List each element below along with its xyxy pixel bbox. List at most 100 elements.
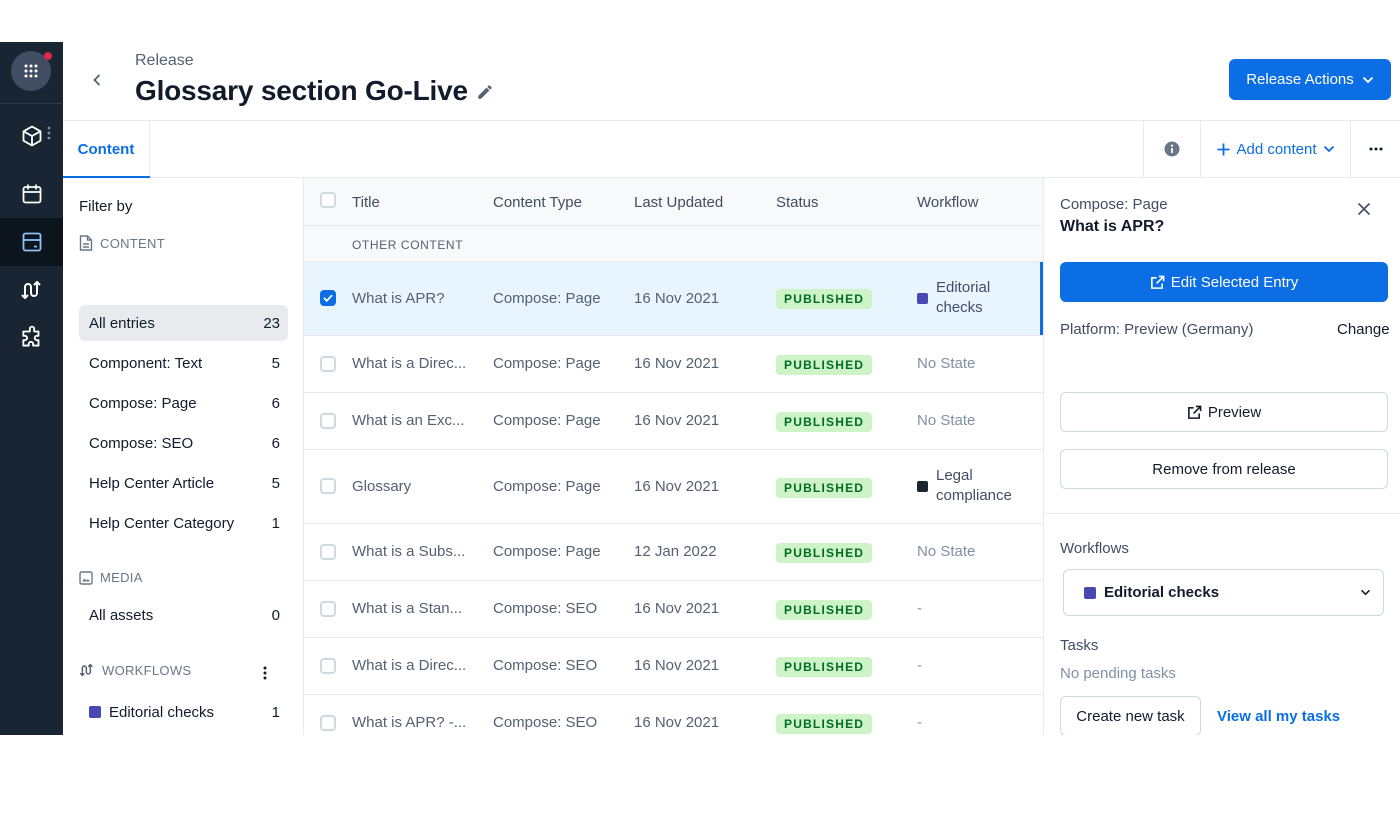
panel-divider xyxy=(1044,513,1400,514)
row-checkbox[interactable] xyxy=(320,601,336,617)
row-checkbox[interactable] xyxy=(320,290,336,306)
add-content-label: Add content xyxy=(1236,140,1317,158)
create-new-task-button[interactable]: Create new task xyxy=(1060,696,1201,735)
workflow-select[interactable]: Editorial checks xyxy=(1063,569,1384,616)
workflow-color-swatch xyxy=(917,292,928,304)
entry-updated: 12 Jan 2022 xyxy=(634,543,717,560)
filter-item-editorial-checks[interactable]: Editorial checks 1 xyxy=(79,694,288,730)
preview-button[interactable]: Preview xyxy=(1060,392,1388,432)
row-checkbox[interactable] xyxy=(320,413,336,429)
entry-title: What is a Direc... xyxy=(352,355,467,372)
edit-title-button[interactable] xyxy=(476,83,494,101)
filter-count: 5 xyxy=(271,354,280,372)
close-panel-button[interactable] xyxy=(1357,202,1373,218)
calendar-icon xyxy=(22,184,41,204)
entry-content-type: Compose: Page xyxy=(493,543,601,560)
row-checkbox[interactable] xyxy=(320,356,336,372)
column-header-content-type[interactable]: Content Type xyxy=(493,194,582,211)
rail-item-releases[interactable] xyxy=(0,218,63,266)
close-icon xyxy=(1357,202,1371,216)
row-checkbox[interactable] xyxy=(320,478,336,494)
table-row[interactable]: What is APR? Compose: Page 16 Nov 2021 P… xyxy=(304,262,1043,336)
edit-selected-entry-button[interactable]: Edit Selected Entry xyxy=(1060,262,1388,302)
remove-from-release-button[interactable]: Remove from release xyxy=(1060,449,1388,489)
table-row[interactable]: What is a Subs... Compose: Page 12 Jan 2… xyxy=(304,524,1043,581)
filter-item-all-assets[interactable]: All assets 0 xyxy=(79,597,288,633)
releases-icon xyxy=(22,232,41,252)
status-badge: PUBLISHED xyxy=(776,355,873,375)
entry-title: What is APR? -... xyxy=(352,714,467,731)
page-title: Glossary section Go-Live xyxy=(135,75,468,106)
entry-content-type: Compose: Page xyxy=(493,478,601,495)
column-header-title[interactable]: Title xyxy=(352,194,380,211)
entry-updated: 16 Nov 2021 xyxy=(634,600,720,617)
group-label: OTHER CONTENT xyxy=(352,238,464,252)
table-row[interactable]: What is a Direc... Compose: Page 16 Nov … xyxy=(304,336,1043,393)
status-badge: PUBLISHED xyxy=(776,412,873,432)
workflows-label: Workflows xyxy=(1060,540,1129,557)
entries-table: Title Content Type Last Updated Status W… xyxy=(304,178,1043,735)
back-button[interactable] xyxy=(87,70,107,90)
filter-item-help-center-category[interactable]: Help Center Category 1 xyxy=(79,505,288,541)
filter-item-compose-seo[interactable]: Compose: SEO 6 xyxy=(79,425,288,461)
rail-item-workflows[interactable] xyxy=(0,266,63,314)
table-header: Title Content Type Last Updated Status W… xyxy=(304,178,1043,226)
table-row[interactable]: What is a Stan... Compose: SEO 16 Nov 20… xyxy=(304,581,1043,638)
row-checkbox[interactable] xyxy=(320,544,336,560)
entry-workflow: No State xyxy=(917,355,976,372)
group-row: OTHER CONTENT xyxy=(304,226,1043,262)
entry-content-type: Compose: SEO xyxy=(493,714,598,731)
filter-item-all-entries[interactable]: All entries 23 xyxy=(79,305,288,341)
rail-item-apps[interactable] xyxy=(0,314,63,362)
platform-label: Platform: Preview (Germany) xyxy=(1060,321,1254,338)
filter-item-component-text[interactable]: Component: Text 5 xyxy=(79,345,288,381)
status-badge: PUBLISHED xyxy=(776,714,873,734)
release-actions-button[interactable]: Release Actions xyxy=(1229,59,1391,100)
tab-content[interactable]: Content xyxy=(63,121,150,178)
row-checkbox[interactable] xyxy=(320,715,336,731)
column-header-last-updated[interactable]: Last Updated xyxy=(634,194,723,211)
view-all-tasks-link[interactable]: View all my tasks xyxy=(1217,708,1340,725)
workflows-menu-button[interactable] xyxy=(259,664,271,682)
filter-count: 5 xyxy=(271,474,280,492)
media-section-heading: MEDIA xyxy=(79,570,143,585)
workflow-color-swatch xyxy=(917,480,928,492)
entry-updated: 16 Nov 2021 xyxy=(634,355,720,372)
rail-item-content-model[interactable] xyxy=(0,112,63,160)
filter-count: 23 xyxy=(263,314,280,332)
entry-title: What is APR? xyxy=(352,290,445,307)
entry-title: What is a Direc... xyxy=(352,657,467,674)
entry-updated: 16 Nov 2021 xyxy=(634,657,720,674)
entry-workflow: Editorial checks xyxy=(917,278,990,318)
entry-workflow: No State xyxy=(917,412,976,429)
status-badge: PUBLISHED xyxy=(776,478,873,498)
rail-item-calendar[interactable] xyxy=(0,170,63,218)
table-row[interactable]: What is an Exc... Compose: Page 16 Nov 2… xyxy=(304,393,1043,450)
more-options-button[interactable] xyxy=(1350,121,1400,177)
entry-workflow: - xyxy=(917,657,922,674)
column-header-workflow[interactable]: Workflow xyxy=(917,194,978,211)
table-row[interactable]: What is APR? -... Compose: SEO 16 Nov 20… xyxy=(304,695,1043,735)
content-model-cube-icon xyxy=(22,125,41,147)
filter-item-help-center-article[interactable]: Help Center Article 5 xyxy=(79,465,288,501)
rail-kebab-icon[interactable] xyxy=(47,126,51,140)
row-checkbox[interactable] xyxy=(320,658,336,674)
page-header: Release Glossary section Go-Live Release… xyxy=(63,42,1400,121)
breadcrumb: Release xyxy=(135,52,194,69)
pencil-icon xyxy=(478,85,492,99)
external-link-icon xyxy=(1150,275,1165,289)
change-platform-button[interactable]: Change xyxy=(1337,321,1390,338)
add-content-button[interactable]: Add content xyxy=(1200,121,1351,177)
entry-title: What is a Stan... xyxy=(352,600,463,617)
select-all-checkbox[interactable] xyxy=(320,192,336,208)
table-row[interactable]: Glossary Compose: Page 16 Nov 2021 PUBLI… xyxy=(304,450,1043,524)
filter-item-compose-page[interactable]: Compose: Page 6 xyxy=(79,385,288,421)
nav-rail xyxy=(0,42,63,735)
table-row[interactable]: What is a Direc... Compose: SEO 16 Nov 2… xyxy=(304,638,1043,695)
filter-item-legal-compliance[interactable]: Legal compliance 1 xyxy=(79,734,288,735)
column-header-status[interactable]: Status xyxy=(776,194,819,211)
info-button[interactable] xyxy=(1143,121,1200,177)
filter-count: 0 xyxy=(271,606,280,624)
kebab-vertical-icon xyxy=(263,666,267,680)
entry-updated: 16 Nov 2021 xyxy=(634,714,720,731)
